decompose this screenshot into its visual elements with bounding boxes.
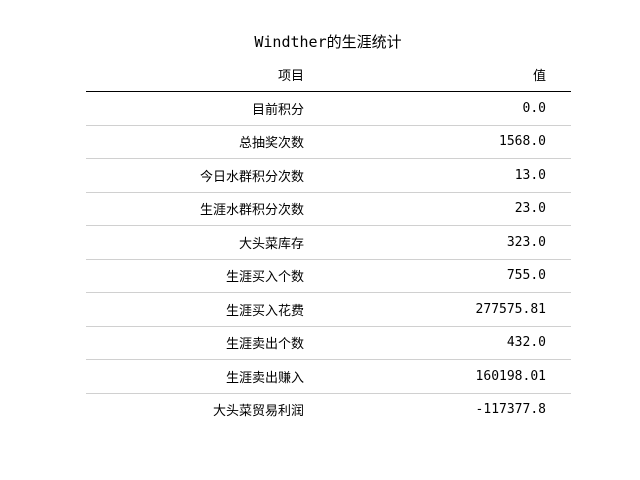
table-row: 大头菜库存 323.0 <box>86 226 571 260</box>
row-value: 23.0 <box>514 201 546 217</box>
row-value: 160198.01 <box>475 368 546 384</box>
row-value: -117377.8 <box>475 402 546 418</box>
row-item-label: 生涯卖出个数 <box>225 337 304 353</box>
row-item-label: 生涯水群积分次数 <box>199 203 304 219</box>
row-item-label: 大头菜库存 <box>238 236 304 252</box>
table-row: 目前积分 0.0 <box>86 92 571 126</box>
table-row: 生涯水群积分次数 23.0 <box>86 193 571 226</box>
table-header-row: 项目 值 <box>86 58 571 92</box>
stats-table: 项目 值 目前积分 0.0 总抽奖次数 1568.0 今日水群积分次数 13.0… <box>86 58 571 426</box>
row-item-label: 大头菜贸易利润 <box>212 404 304 420</box>
row-value: 13.0 <box>514 167 546 183</box>
row-item-label: 生涯买入花费 <box>225 303 304 319</box>
table-row: 生涯卖出赚入 160198.01 <box>86 360 571 394</box>
row-value: 277575.81 <box>475 301 546 317</box>
table-row: 今日水群积分次数 13.0 <box>86 159 571 193</box>
row-value: 1568.0 <box>499 134 546 150</box>
table-row: 生涯卖出个数 432.0 <box>86 327 571 360</box>
row-value: 432.0 <box>506 335 546 351</box>
page-title: Windther的生涯统计 <box>254 33 402 51</box>
row-item-label: 目前积分 <box>251 102 304 118</box>
column-header-item: 项目 <box>277 69 304 84</box>
row-item-label: 今日水群积分次数 <box>199 169 304 185</box>
row-value: 0.0 <box>522 100 546 116</box>
table-row: 生涯买入花费 277575.81 <box>86 293 571 327</box>
row-item-label: 生涯卖出赚入 <box>225 370 304 386</box>
row-value: 755.0 <box>506 268 546 284</box>
table-row: 生涯买入个数 755.0 <box>86 260 571 293</box>
row-item-label: 总抽奖次数 <box>238 136 304 152</box>
table-row: 总抽奖次数 1568.0 <box>86 126 571 159</box>
row-value: 323.0 <box>506 234 546 250</box>
row-item-label: 生涯买入个数 <box>225 270 304 286</box>
column-header-value: 值 <box>532 69 546 84</box>
table-row: 大头菜贸易利润 -117377.8 <box>86 394 571 427</box>
